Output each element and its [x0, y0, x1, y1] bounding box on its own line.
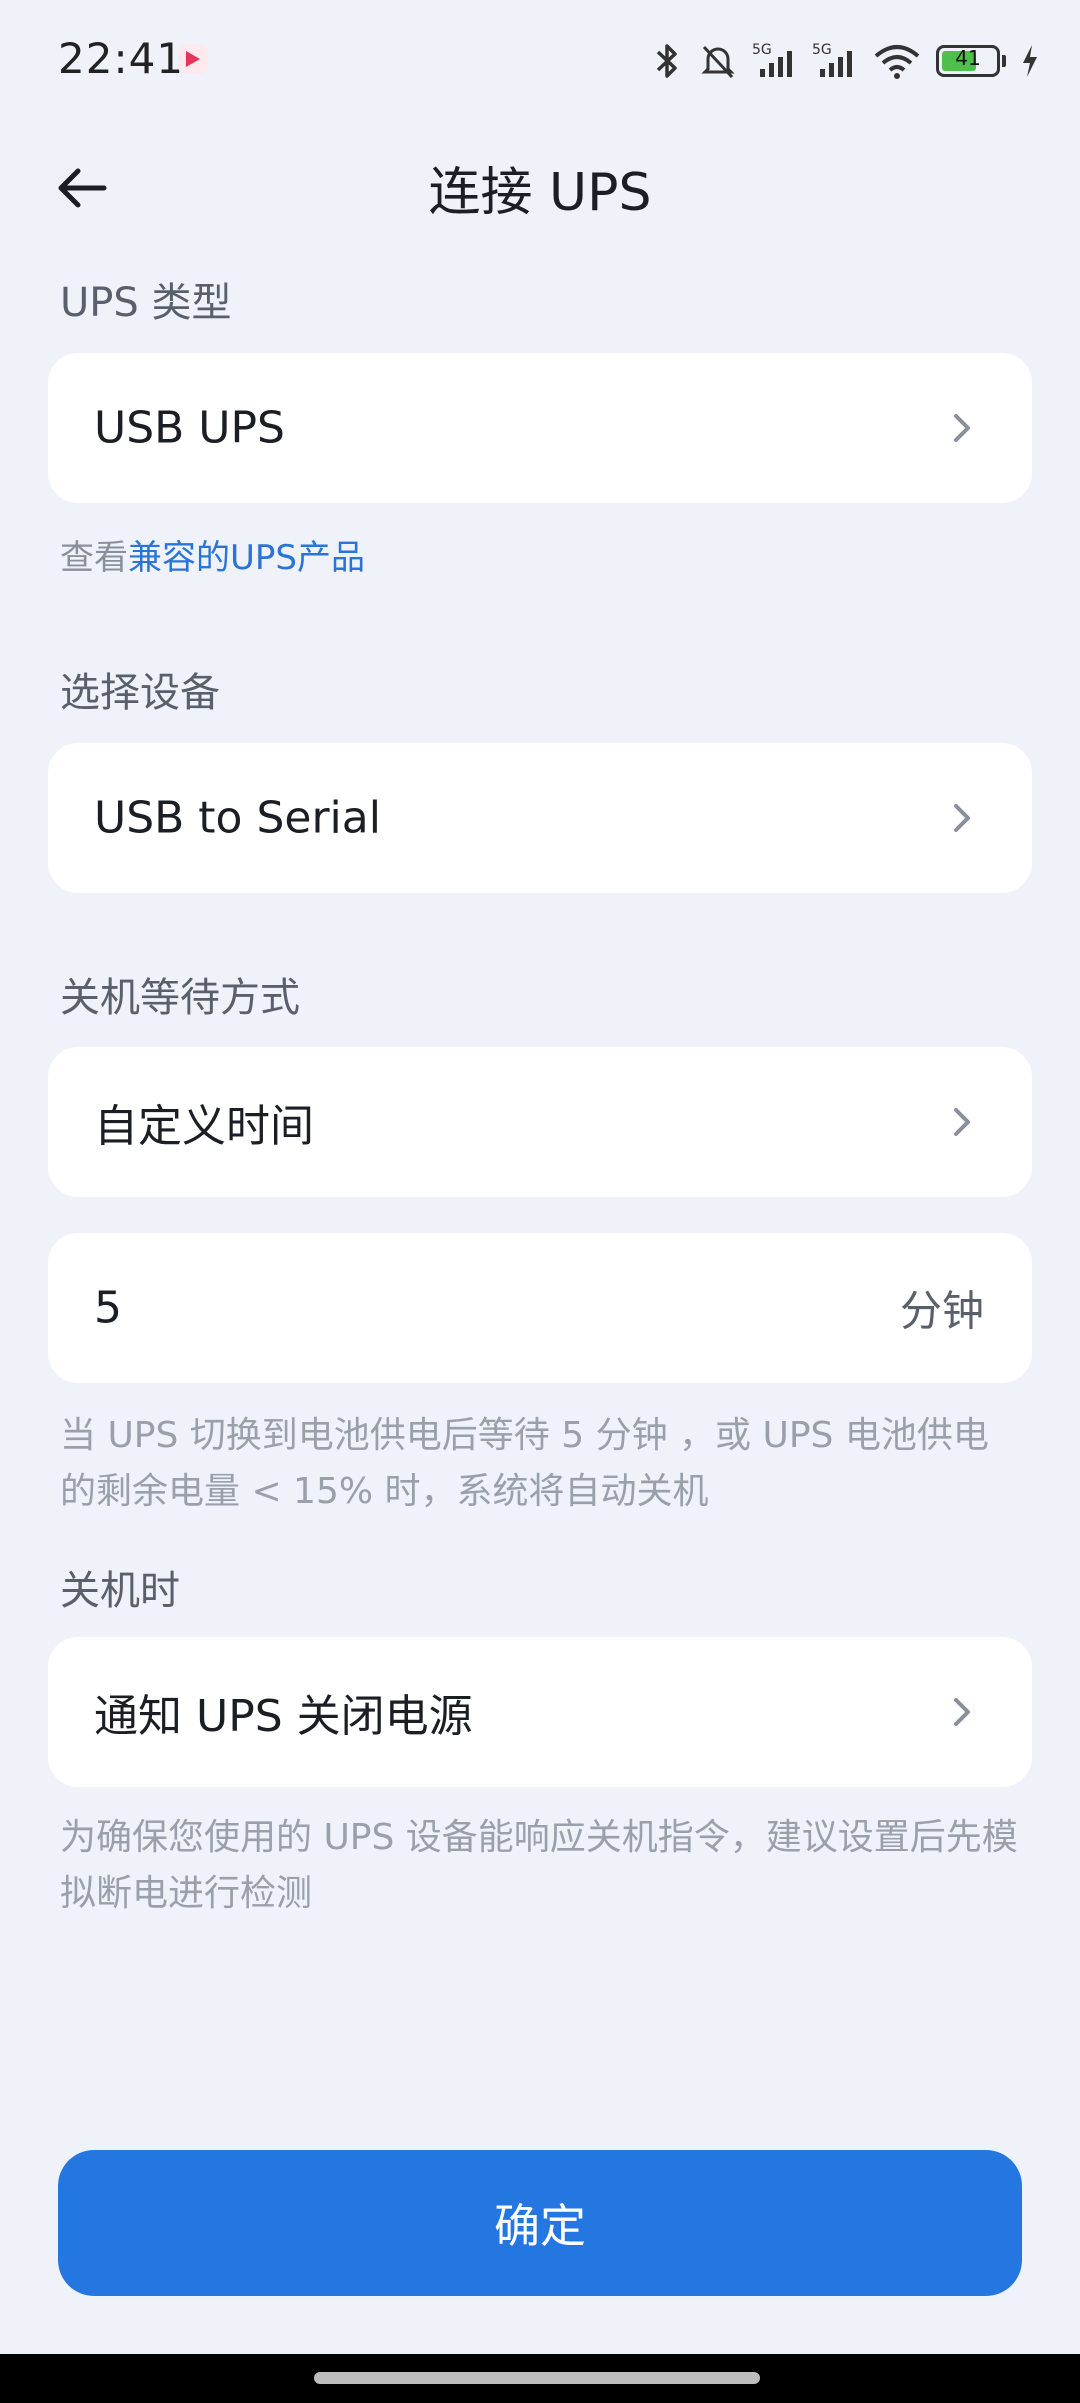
- shutdown-wait-mode-value: 自定义时间: [94, 1101, 314, 1152]
- chevron-right-icon: [954, 414, 970, 442]
- wait-minutes-unit: 分钟: [899, 1286, 984, 1336]
- shutdown-wait-label: 关机等待方式: [60, 975, 300, 1021]
- device-selector[interactable]: USB to Serial: [48, 743, 1032, 893]
- status-time: 22:41: [58, 34, 185, 83]
- ups-type-selector[interactable]: USB UPS: [48, 353, 1032, 503]
- confirm-button[interactable]: 确定: [58, 2150, 1022, 2296]
- device-value: USB to Serial: [94, 792, 381, 844]
- signal-5g-icon-1: 5G: [752, 42, 792, 77]
- home-indicator[interactable]: [314, 2372, 760, 2384]
- battery-icon: 41: [936, 45, 1000, 77]
- on-shutdown-label: 关机时: [60, 1568, 180, 1614]
- chevron-right-icon: [954, 1698, 970, 1726]
- shutdown-wait-mode-selector[interactable]: 自定义时间: [48, 1047, 1032, 1197]
- device-label: 选择设备: [60, 670, 220, 716]
- on-shutdown-hint: 为确保您使用的 UPS 设备能响应关机指令，建议设置后先模拟断电进行检测: [60, 1817, 1018, 1914]
- on-shutdown-selector[interactable]: 通知 UPS 关闭电源: [48, 1637, 1032, 1787]
- compat-products-link[interactable]: 兼容的UPS产品: [128, 538, 365, 578]
- signal-5g-icon-2: 5G: [812, 42, 852, 77]
- on-shutdown-value: 通知 UPS 关闭电源: [94, 1691, 473, 1742]
- ups-type-label: UPS 类型: [60, 280, 232, 326]
- wifi-icon: [874, 45, 920, 79]
- status-bar: 22:41 5G 5G 41: [0, 0, 1080, 122]
- status-icons: 5G 5G 41: [650, 36, 1040, 86]
- mute-bell-icon: [701, 45, 735, 79]
- wait-minutes-field[interactable]: 5 分钟: [48, 1233, 1032, 1383]
- ups-type-value: USB UPS: [94, 402, 285, 454]
- app-header: 连接 UPS: [0, 140, 1080, 230]
- compat-line: 查看兼容的UPS产品: [60, 530, 365, 579]
- chevron-right-icon: [954, 1108, 970, 1136]
- charging-icon: [1023, 45, 1037, 77]
- battery-level: 41: [955, 46, 981, 70]
- wait-minutes-value: 5: [94, 1282, 122, 1334]
- compat-prefix: 查看: [60, 538, 128, 578]
- network-label-2: 5G: [812, 42, 832, 58]
- battery-cap: [1002, 55, 1006, 67]
- navigation-bar: [0, 2354, 1080, 2403]
- app-notification-icon: [178, 44, 208, 74]
- network-label-1: 5G: [752, 42, 772, 58]
- shutdown-wait-hint: 当 UPS 切换到电池供电后等待 5 分钟 ，或 UPS 电池供电的剩余电量 <…: [60, 1415, 989, 1512]
- bluetooth-icon: [656, 44, 677, 78]
- page-title: 连接 UPS: [428, 163, 652, 223]
- chevron-right-icon: [954, 804, 970, 832]
